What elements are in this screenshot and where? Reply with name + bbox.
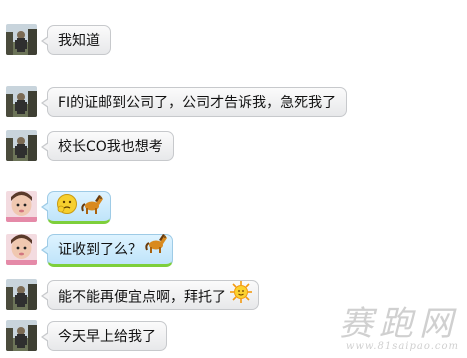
message-bubble: [40, 191, 112, 226]
watermark-logo-text: 赛跑网: [339, 304, 459, 344]
contact-avatar[interactable]: [6, 86, 37, 117]
self-avatar[interactable]: [6, 234, 37, 265]
message-text: 校长CO我也想考: [58, 139, 163, 155]
message-bubble: 能不能再便宜点啊，拜托了: [40, 280, 260, 310]
pony-emoticon: [80, 192, 105, 226]
contact-avatar[interactable]: [6, 279, 37, 310]
contact-avatar[interactable]: [6, 320, 37, 351]
message-text: 我知道: [58, 33, 100, 49]
contact-avatar[interactable]: [6, 130, 37, 161]
message-text: FI的证邮到公司了，公司才告诉我，急死我了: [58, 95, 337, 111]
message-text: 能不能再便宜点啊，拜托了: [58, 289, 226, 306]
message-text: 证收到了么？: [58, 242, 142, 258]
thinking-emoticon: [56, 193, 78, 225]
pony-emoticon: [144, 231, 169, 265]
contact-avatar[interactable]: [6, 24, 37, 55]
message-bubble: 今天早上给我了: [41, 321, 167, 351]
message-bubble: 证收到了么？: [40, 231, 174, 267]
message-bubble: 我知道: [41, 25, 111, 55]
watermark-url: www.81saipao.com: [345, 341, 459, 352]
self-avatar[interactable]: [6, 191, 37, 222]
site-watermark: 赛跑网 www.81saipao.com: [339, 307, 459, 352]
message-text: 今天早上给我了: [58, 329, 156, 345]
sun-emoticon: [229, 280, 254, 314]
message-bubble: FI的证邮到公司了，公司才告诉我，急死我了: [40, 87, 348, 117]
message-bubble: 校长CO我也想考: [41, 131, 174, 161]
